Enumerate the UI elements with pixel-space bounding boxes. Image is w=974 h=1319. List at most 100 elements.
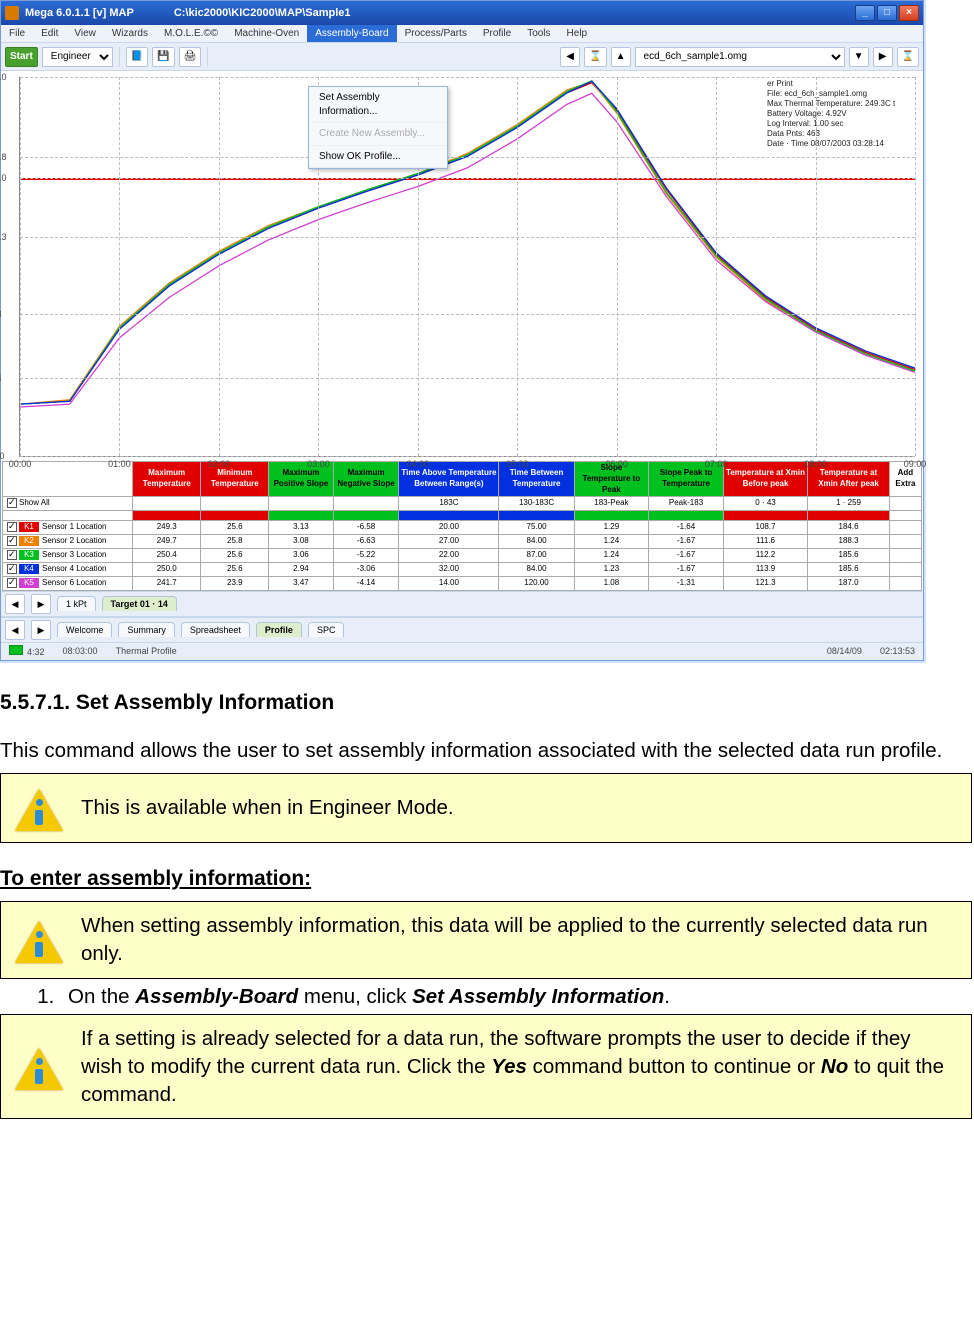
tab-prev-icon[interactable]: ◀ [5, 594, 25, 614]
intro-paragraph: This command allows the user to set asse… [0, 737, 972, 765]
status-time: 4:32 [27, 647, 45, 657]
titlebar: Mega 6.0.1.1 [v] MAP C:\kic2000\KIC2000\… [1, 1, 923, 25]
x-tick: 05:00 [506, 458, 529, 470]
save-icon[interactable]: 💾 [152, 47, 174, 67]
arrow-down-icon[interactable]: ▼ [849, 47, 869, 67]
title-path: C:\kic2000\KIC2000\MAP\Sample1 [174, 6, 351, 21]
no-button-ref: No [821, 1055, 848, 1078]
sensor-row-k5[interactable]: K5Sensor 6 Location [3, 576, 133, 590]
x-tick: 01:00 [108, 458, 131, 470]
tab-spreadsheet[interactable]: Spreadsheet [181, 622, 250, 637]
info-icon [15, 784, 63, 832]
col-maximum-negative-slope: Maximum Negative Slope [333, 462, 399, 497]
tab-kpt[interactable]: 1 kPt [57, 596, 96, 611]
app-icon [5, 6, 19, 20]
tab-target[interactable]: Target 01 · 14 [102, 596, 177, 611]
note-applies-to-run: When setting assembly information, this … [0, 901, 972, 978]
status-profile-type: Thermal Profile [116, 645, 177, 657]
status-clock: 02:13:53 [880, 645, 915, 657]
arrow-up-icon[interactable]: ▲ [611, 47, 631, 67]
subheading: To enter assembly information: [0, 865, 972, 893]
sensor-row-k2[interactable]: K2Sensor 2 Location [3, 535, 133, 549]
x-tick: 08:00 [804, 458, 827, 470]
menuitem-show-ok-profile[interactable]: Show OK Profile... [309, 146, 447, 169]
menu-file[interactable]: File [1, 25, 33, 43]
chart-info-box: er PrintFile: ecd_6ch_sample1.omgMax The… [765, 77, 915, 151]
menu-process-parts[interactable]: Process/Parts [397, 25, 475, 43]
tab-spc[interactable]: SPC [308, 622, 345, 637]
datarun-select[interactable]: ecd_6ch_sample1.omg [635, 47, 845, 67]
status-date: 08/14/09 [827, 645, 862, 657]
toolbar: Start Engineer 📘 💾 🖨 Set Assembly Inform… [1, 43, 923, 71]
col-temperature-at-xmin-before-pea: Temperature at Xmin Before peak [723, 462, 807, 497]
y-tick: 88.8 [0, 308, 2, 320]
tab-welcome[interactable]: Welcome [57, 622, 112, 637]
note-engineer-mode: This is available when in Engineer Mode. [0, 773, 972, 843]
menu-assembly-board[interactable]: Assembly-Board [307, 25, 396, 43]
menu-wizards[interactable]: Wizards [104, 25, 156, 43]
menu-tools[interactable]: Tools [519, 25, 558, 43]
statusbar: 4:32 08:03:00 Thermal Profile 08/14/09 0… [1, 642, 923, 660]
limits-table: Maximum TemperatureMinimum TemperatureMa… [2, 461, 922, 591]
menuitem-set-assembly-information[interactable]: Set Assembly Information... [309, 87, 447, 123]
menu-machine-oven[interactable]: Machine-Oven [226, 25, 307, 43]
chart-canvas[interactable]: er PrintFile: ecd_6ch_sample1.omgMax The… [19, 77, 915, 457]
hourglass2-icon[interactable]: ⌛ [897, 47, 919, 67]
tab-prev2-icon[interactable]: ◀ [5, 620, 25, 640]
menu-help[interactable]: Help [559, 25, 596, 43]
limits-table-wrap: Maximum TemperatureMinimum TemperatureMa… [1, 461, 923, 591]
y-tick: -10.0 [0, 450, 5, 462]
y-tick: 197.8 [0, 150, 7, 162]
x-tick: 06:00 [605, 458, 628, 470]
tab-next2-icon[interactable]: ▶ [31, 620, 51, 640]
menu-m-o-l-e-[interactable]: M.O.L.E.©© [156, 25, 226, 43]
sensor-row-k4[interactable]: K4Sensor 4 Location [3, 563, 133, 577]
note-text: When setting assembly information, this … [81, 912, 957, 967]
arrow-right-icon[interactable]: ▶ [873, 47, 893, 67]
menu-profile[interactable]: Profile [475, 25, 519, 43]
show-all-checkbox[interactable]: Show All [3, 497, 133, 511]
note-modify-prompt: If a setting is already selected for a d… [0, 1014, 972, 1119]
arrow-left-icon[interactable]: ◀ [560, 47, 580, 67]
window-close[interactable]: × [899, 5, 919, 21]
menu-view[interactable]: View [66, 25, 104, 43]
menu-edit[interactable]: Edit [33, 25, 66, 43]
y-tick: 253.0 [0, 71, 7, 83]
tab-summary[interactable]: Summary [118, 622, 175, 637]
menuitem-create-new-assembly: Create New Assembly... [309, 123, 447, 146]
window-maximize[interactable]: □ [877, 5, 897, 21]
start-button[interactable]: Start [5, 47, 38, 67]
steps-list: On the Assembly-Board menu, click Set As… [0, 983, 972, 1011]
window-minimize[interactable]: _ [855, 5, 875, 21]
x-tick: 02:00 [208, 458, 231, 470]
section-heading: 5.5.7.1. Set Assembly Information [0, 689, 972, 717]
print-icon[interactable]: 🖨 [179, 47, 202, 67]
hourglass-icon[interactable]: ⌛ [584, 47, 606, 67]
col-maximum-temperature: Maximum Temperature [133, 462, 201, 497]
info-icon [15, 1043, 63, 1091]
command-name-set-assembly: Set Assembly Information [412, 985, 664, 1008]
tab-profile[interactable]: Profile [256, 622, 302, 637]
x-tick: 09:00 [904, 458, 927, 470]
runs-tabstrip: ◀ ▶ 1 kPt Target 01 · 14 [1, 591, 923, 617]
app-window: Mega 6.0.1.1 [v] MAP C:\kic2000\KIC2000\… [0, 0, 924, 661]
sensor-row-k3[interactable]: K3Sensor 3 Location [3, 549, 133, 563]
y-tick: 142.3 [0, 230, 7, 242]
y-tick: 183.0 [0, 172, 7, 184]
note-text: This is available when in Engineer Mode. [81, 794, 454, 822]
x-tick: 07:00 [705, 458, 728, 470]
info-icon [15, 916, 63, 964]
tab-next-icon[interactable]: ▶ [31, 594, 51, 614]
y-tick: 44.4 [0, 372, 2, 384]
sensor-row-k1[interactable]: K1Sensor 1 Location [3, 521, 133, 535]
x-tick: 03:00 [307, 458, 330, 470]
x-tick: 00:00 [9, 458, 32, 470]
title-app: Mega 6.0.1.1 [v] MAP [25, 6, 134, 21]
x-tick: 04:00 [407, 458, 430, 470]
chart-area: er PrintFile: ecd_6ch_sample1.omgMax The… [1, 71, 923, 461]
workbook-icon[interactable]: 📘 [126, 47, 148, 67]
view-tabstrip: ◀ ▶ Welcome Summary Spreadsheet Profile SPC [1, 617, 923, 642]
mode-select[interactable]: Engineer [42, 47, 113, 67]
step-1: On the Assembly-Board menu, click Set As… [60, 983, 972, 1011]
menu-name-assembly-board: Assembly-Board [135, 985, 298, 1008]
